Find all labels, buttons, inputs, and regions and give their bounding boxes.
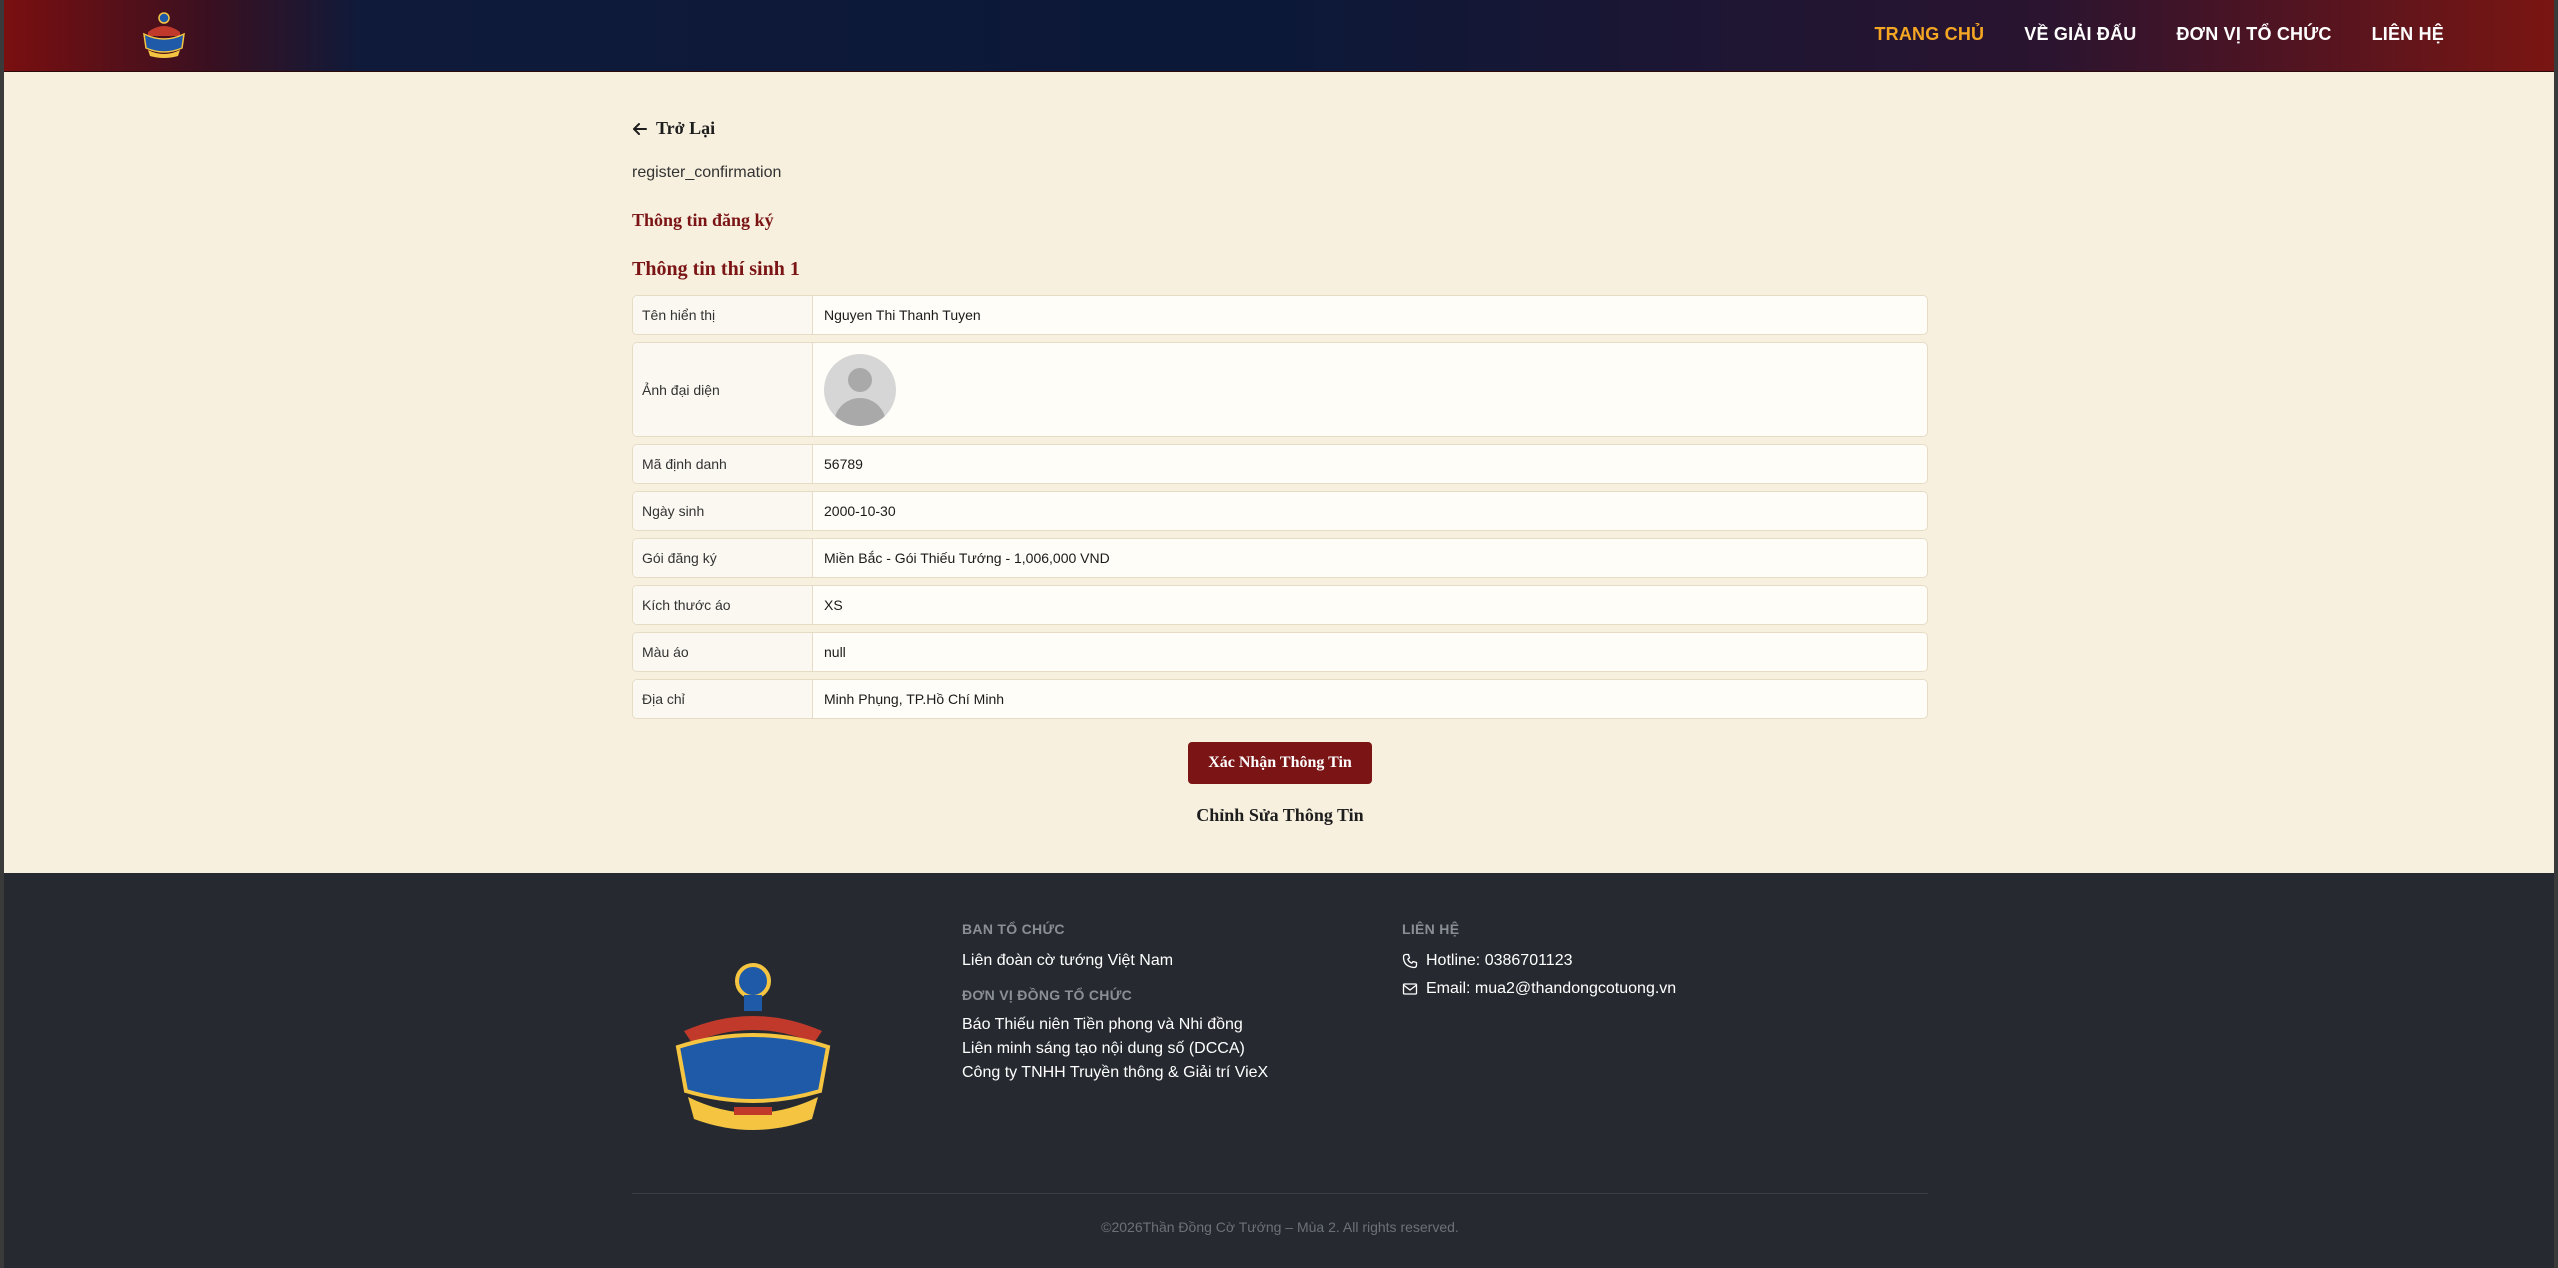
table-row: Gói đăng ký Miền Bắc - Gói Thiếu Tướng -… — [632, 538, 1928, 578]
nav-contact[interactable]: LIÊN HỆ — [2372, 24, 2444, 45]
back-button[interactable]: Trở Lại — [632, 118, 715, 139]
list-item: Báo Thiếu niên Tiền phong và Nhi đồng — [962, 1016, 1243, 1033]
row-value: 56789 — [824, 456, 863, 472]
footer-contact: LIÊN HỆ Hotline: 0386701123 Email: mua2@… — [1402, 921, 1676, 1001]
page-key-text: register_confirmation — [632, 164, 782, 181]
avatar-placeholder-icon — [824, 353, 896, 426]
row-label: Ảnh đại diện — [633, 343, 813, 436]
row-value: 2000-10-30 — [824, 503, 896, 519]
row-label: Địa chỉ — [633, 680, 813, 718]
row-label: Gói đăng ký — [633, 539, 813, 577]
row-label: Tên hiển thị — [633, 296, 813, 334]
section-title: Thông tin đăng ký — [632, 210, 774, 230]
hotline-contact[interactable]: Hotline: 0386701123 — [1402, 949, 1676, 973]
candidate-title: Thông tin thí sinh 1 — [632, 258, 800, 280]
table-row: Kích thước áo XS — [632, 585, 1928, 625]
main-nav: TRANG CHỦ VỀ GIẢI ĐẤU ĐƠN VỊ TỔ CHỨC LIÊ… — [1874, 0, 2444, 68]
table-row: Ảnh đại diện — [632, 342, 1928, 437]
contact-heading: LIÊN HỆ — [1402, 921, 1460, 937]
organizer-heading: BAN TỔ CHỨC — [962, 921, 1065, 937]
arrow-left-icon — [633, 122, 647, 135]
footer-logo — [664, 951, 842, 1131]
list-item: Liên minh sáng tạo nội dung số (DCCA) — [962, 1040, 1245, 1057]
confirm-button[interactable]: Xác Nhận Thông Tin — [1188, 742, 1372, 784]
row-value: Minh Phụng, TP.Hồ Chí Minh — [824, 691, 1005, 707]
row-label: Màu áo — [633, 633, 813, 671]
email-contact[interactable]: Email: mua2@thandongcotuong.vn — [1402, 977, 1676, 1001]
table-row: Màu áo null — [632, 632, 1928, 672]
nav-organizers[interactable]: ĐƠN VỊ TỔ CHỨC — [2176, 24, 2331, 45]
organizer-name: Liên đoàn cờ tướng Việt Nam — [962, 952, 1174, 969]
table-row: Tên hiển thị Nguyen Thi Thanh Tuyen — [632, 295, 1928, 335]
email-text: Email: mua2@thandongcotuong.vn — [1426, 980, 1677, 997]
co-organizer-list: Báo Thiếu niên Tiền phong và Nhi đồng Li… — [962, 1013, 1268, 1085]
row-value: XS — [824, 597, 843, 613]
footer-divider — [632, 1193, 1928, 1194]
row-value: null — [824, 644, 846, 660]
back-label: Trở Lại — [656, 118, 716, 138]
nav-home[interactable]: TRANG CHỦ — [1874, 24, 1984, 45]
table-row: Địa chỉ Minh Phụng, TP.Hồ Chí Minh — [632, 679, 1928, 719]
nav-about-tournament[interactable]: VỀ GIẢI ĐẤU — [2024, 24, 2136, 45]
row-label: Mã định danh — [633, 445, 813, 483]
site-logo[interactable] — [140, 10, 188, 60]
copyright-text: ©2026Thần Đồng Cờ Tướng – Mùa 2. All rig… — [1101, 1219, 1459, 1235]
site-footer: BAN TỔ CHỨC Liên đoàn cờ tướng Việt Nam … — [4, 873, 2554, 1268]
table-row: Mã định danh 56789 — [632, 444, 1928, 484]
row-value: Nguyen Thi Thanh Tuyen — [824, 307, 981, 323]
mail-icon — [1402, 983, 1418, 995]
edit-info-link[interactable]: Chỉnh Sửa Thông Tin — [1132, 805, 1428, 826]
row-label: Ngày sinh — [633, 492, 813, 530]
list-item: Công ty TNHH Truyền thông & Giải trí Vie… — [962, 1064, 1269, 1081]
co-organizer-heading: ĐƠN VỊ ĐỒNG TỔ CHỨC — [962, 987, 1133, 1003]
row-label: Kích thước áo — [633, 586, 813, 624]
table-row: Ngày sinh 2000-10-30 — [632, 491, 1928, 531]
hotline-text: Hotline: 0386701123 — [1426, 952, 1573, 969]
row-value — [813, 343, 1927, 436]
info-table: Tên hiển thị Nguyen Thi Thanh Tuyen Ảnh … — [632, 295, 1928, 726]
footer-organizers: BAN TỔ CHỨC Liên đoàn cờ tướng Việt Nam … — [962, 921, 1268, 1085]
site-header: TRANG CHỦ VỀ GIẢI ĐẤU ĐƠN VỊ TỔ CHỨC LIÊ… — [4, 0, 2554, 72]
row-value: Miền Bắc - Gói Thiếu Tướng - 1,006,000 V… — [824, 550, 1110, 566]
phone-icon — [1402, 953, 1418, 969]
main-content: Trở Lại register_confirmation Thông tin … — [4, 72, 2554, 873]
